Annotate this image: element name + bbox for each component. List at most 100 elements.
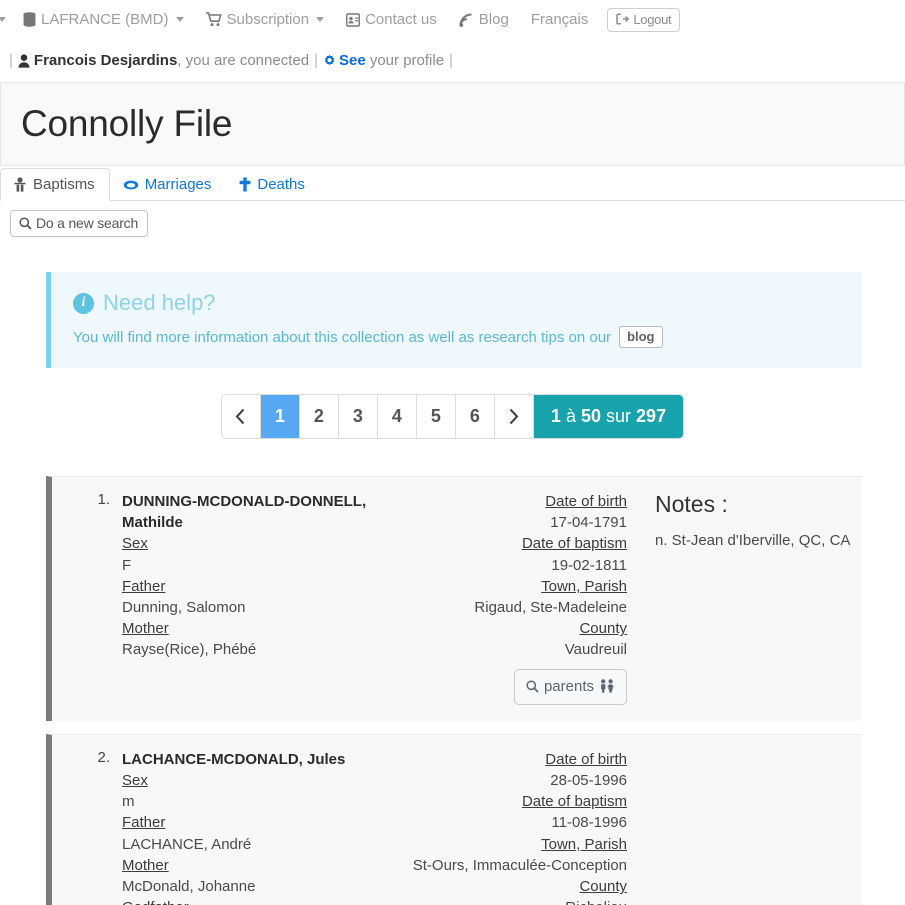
- field-label-date-of-baptism: Date of baptism: [521, 793, 627, 811]
- nav-item-language[interactable]: Français: [520, 11, 600, 28]
- field-label-county: County: [579, 878, 627, 896]
- username-label: Francois Desjardins: [33, 52, 178, 69]
- ring-icon: [123, 179, 139, 191]
- field-label-county: County: [579, 620, 627, 638]
- field-value-date-of-birth: 17-04-1791: [550, 514, 627, 532]
- database-icon: [23, 12, 36, 27]
- record-type-tabs: Baptisms Marriages Deaths: [0, 166, 905, 201]
- tab-deaths[interactable]: Deaths: [226, 168, 320, 201]
- parents-button-wrapper: parents: [367, 668, 627, 705]
- pagination-page-1[interactable]: 1: [260, 395, 300, 438]
- help-alert-title: Need help?: [103, 290, 216, 315]
- profile-text: your profile: [369, 52, 445, 69]
- nav-item-label: Français: [530, 11, 589, 28]
- nav-overflow-caret[interactable]: [0, 17, 12, 22]
- field-label-mother: Mother: [122, 856, 169, 874]
- tab-label: Marriages: [144, 176, 212, 193]
- notes-body: n. St-Jean d'Iberville, QC, CA: [655, 532, 851, 549]
- logout-label: Logout: [633, 11, 672, 27]
- nav-item-contact-us[interactable]: Contact us: [335, 11, 448, 28]
- field-value-sex: m: [122, 793, 135, 811]
- result-index: 2.: [97, 748, 110, 766]
- logout-button[interactable]: Logout: [607, 7, 681, 32]
- result-card[interactable]: 2. LACHANCE-MCDONALD, Jules Sex m Father…: [46, 733, 862, 905]
- help-alert-text: You will find more information about thi…: [73, 328, 612, 346]
- blog-link-button[interactable]: blog: [619, 326, 663, 348]
- result-left-column: DUNNING-MCDONALD-DONNELL, Mathilde Sex F…: [122, 491, 367, 705]
- field-label-town-parish: Town, Parish: [541, 835, 627, 853]
- field-value-date-of-birth: 28-05-1996: [550, 772, 627, 790]
- parents-button-label: parents: [543, 677, 594, 695]
- nav-item-label: Blog: [478, 11, 509, 28]
- pagination-page-2[interactable]: 2: [299, 395, 339, 438]
- two-people-icon: [599, 679, 615, 693]
- nav-item-label: LAFRANCE (BMD): [41, 11, 169, 28]
- result-card[interactable]: 1. DUNNING-MCDONALD-DONNELL, Mathilde Se…: [46, 476, 862, 721]
- user-icon: [18, 53, 30, 68]
- range-total: 297: [636, 406, 667, 426]
- connected-user-bar: | Francois Desjardins , you are connecte…: [0, 39, 905, 82]
- search-toolbar: Do a new search: [0, 201, 905, 237]
- top-navbar: LAFRANCE (BMD) Subscription Contact us B…: [0, 0, 905, 39]
- field-label-godfather: Godfather: [122, 897, 367, 905]
- result-notes-column: [627, 749, 862, 905]
- range-a: à: [565, 406, 576, 426]
- range-sur: sur: [606, 406, 632, 426]
- nav-item-subscription[interactable]: Subscription: [195, 11, 336, 28]
- field-value-county: Vaudreuil: [564, 641, 627, 659]
- pagination-wrapper: 1 2 3 4 5 6 1 à 50 sur 297: [0, 395, 905, 438]
- field-value-mother: McDonald, Johanne: [122, 878, 256, 896]
- cart-icon: [205, 12, 222, 27]
- field-label-father: Father: [122, 814, 166, 832]
- help-alert-title-row: i Need help?: [73, 290, 842, 316]
- result-name: DUNNING-MCDONALD-DONNELL, Mathilde: [122, 493, 367, 532]
- logout-icon: [616, 13, 630, 25]
- result-left-column: LACHANCE-MCDONALD, Jules Sex m Father LA…: [122, 749, 367, 905]
- field-value-date-of-baptism: 19-02-1811: [551, 556, 627, 574]
- range-end: 50: [580, 406, 601, 426]
- contact-card-icon: [346, 12, 361, 27]
- nav-item-lafrance[interactable]: LAFRANCE (BMD): [12, 11, 195, 28]
- baby-icon: [13, 177, 27, 192]
- nav-item-label: Subscription: [226, 11, 310, 28]
- pagination-prev[interactable]: [221, 395, 261, 438]
- pagination-summary: 1 à 50 sur 297: [533, 395, 684, 438]
- tab-baptisms[interactable]: Baptisms: [0, 168, 110, 201]
- parents-button[interactable]: parents: [513, 668, 627, 705]
- result-middle-column: Date of birth 28-05-1996 Date of baptism…: [367, 749, 627, 905]
- tab-marriages[interactable]: Marriages: [110, 168, 227, 201]
- range-start: 1: [550, 406, 561, 426]
- result-notes-column: Notes : n. St-Jean d'Iberville, QC, CA: [627, 491, 862, 705]
- pagination-page-3[interactable]: 3: [338, 395, 378, 438]
- field-value-town-parish: St-Ours, Immaculée-Conception: [412, 856, 627, 874]
- do-new-search-button[interactable]: Do a new search: [10, 210, 149, 237]
- separator-pipe-2: |: [314, 52, 318, 69]
- field-label-mother: Mother: [122, 620, 169, 638]
- field-value-town-parish: Rigaud, Ste-Madeleine: [474, 599, 627, 617]
- results-list: 1. DUNNING-MCDONALD-DONNELL, Mathilde Se…: [46, 476, 862, 905]
- pagination-next[interactable]: [494, 395, 534, 438]
- cross-icon: [239, 177, 251, 192]
- chevron-down-icon: [175, 17, 184, 22]
- pagination-page-4[interactable]: 4: [377, 395, 417, 438]
- notes-title: Notes :: [655, 491, 728, 517]
- field-label-date-of-birth: Date of birth: [545, 750, 627, 768]
- tab-label: Deaths: [257, 176, 305, 193]
- result-index: 1.: [97, 491, 110, 508]
- nav-item-blog[interactable]: Blog: [448, 11, 520, 28]
- chevron-down-icon: [0, 17, 6, 22]
- search-icon: [19, 216, 32, 230]
- nav-item-label: Contact us: [365, 11, 437, 28]
- pagination-page-5[interactable]: 5: [416, 395, 456, 438]
- field-label-sex: Sex: [122, 535, 148, 553]
- see-profile-link[interactable]: See: [339, 52, 366, 69]
- pagination-page-6[interactable]: 6: [455, 395, 495, 438]
- result-name: LACHANCE-MCDONALD, Jules: [122, 750, 346, 768]
- field-value-sex: F: [122, 556, 132, 574]
- separator-pipe: |: [9, 52, 13, 69]
- field-value-father: Dunning, Salomon: [122, 599, 246, 617]
- help-alert: i Need help? You will find more informat…: [46, 272, 862, 368]
- page-root: LAFRANCE (BMD) Subscription Contact us B…: [0, 0, 905, 905]
- do-new-search-label: Do a new search: [36, 215, 139, 231]
- search-icon: [526, 680, 539, 693]
